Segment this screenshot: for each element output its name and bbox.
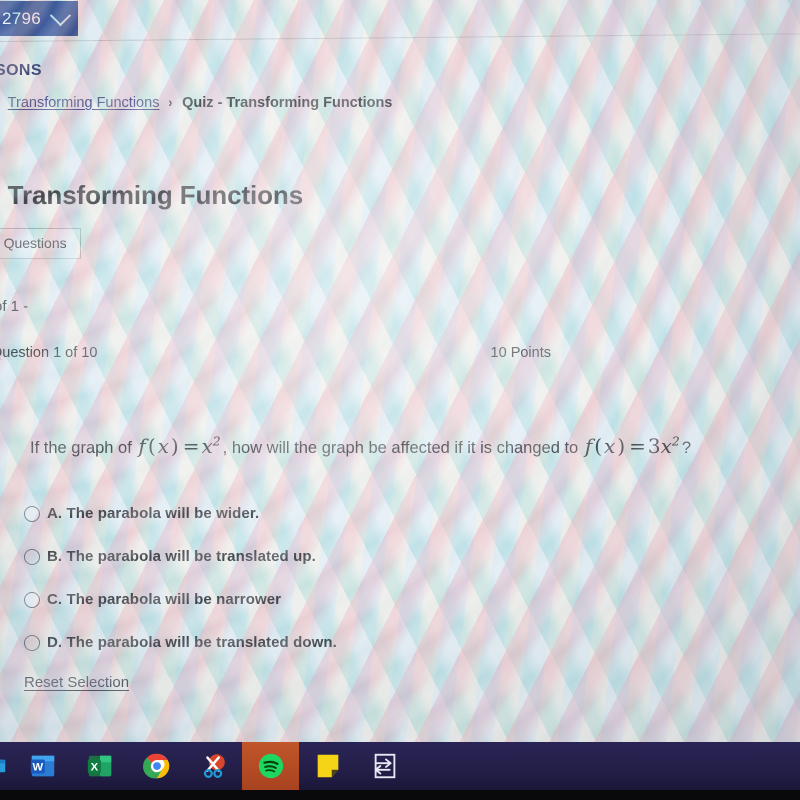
option-label-c: C. The parabola will be narrower [47, 591, 282, 608]
question-text-part3: ? [681, 439, 691, 457]
math-arg: x [157, 434, 169, 458]
course-code-badge[interactable]: 2796 [0, 1, 78, 36]
option-label-a: A. The parabola will be wider. [47, 505, 260, 522]
math-exponent: 2 [671, 433, 680, 449]
screenshot-root: 2796 SONS › Transforming Functions › Qui… [0, 0, 800, 800]
section-label: SONS [0, 62, 42, 79]
screen-bezel-bottom [0, 790, 800, 800]
option-row-c[interactable]: C. The parabola will be narrower [24, 578, 544, 621]
spotify-icon [258, 753, 283, 779]
taskbar-item-switch-app[interactable] [356, 742, 413, 790]
points-label: 10 Points [490, 345, 551, 361]
question-meta-row: Question 1 of 10 10 Points [0, 345, 551, 361]
page-content: 2796 SONS › Transforming Functions › Qui… [0, 0, 800, 742]
sticky-note-icon [317, 754, 338, 778]
taskbar: W X [0, 742, 800, 790]
math-arg: x [604, 434, 616, 458]
taskbar-item-chrome[interactable] [128, 742, 185, 790]
taskbar-item-excel[interactable]: X [71, 742, 128, 790]
taskbar-item-word[interactable]: W [14, 742, 71, 790]
breadcrumb-item-transforming-functions[interactable]: Transforming Functions [8, 95, 160, 111]
word-icon: W [30, 755, 54, 777]
svg-text:X: X [90, 762, 98, 774]
reset-selection-link[interactable]: Reset Selection [24, 674, 129, 691]
breadcrumb-separator-icon: › [168, 94, 173, 110]
switch-arrow-icon [374, 753, 395, 779]
chevron-down-icon[interactable] [49, 5, 72, 27]
svg-text:W: W [32, 762, 43, 774]
taskbar-item-spotify[interactable] [242, 742, 299, 790]
math-exponent: 2 [212, 433, 221, 449]
math-expression-changed: f(x) = 3x2 [584, 433, 680, 458]
math-base: x [660, 434, 672, 458]
question-text: If the graph of f(x) = x2, how will the gr… [30, 434, 780, 459]
course-code-label: 2796 [2, 8, 42, 28]
browser-page: 2796 SONS › Transforming Functions › Qui… [0, 0, 800, 742]
math-equals: = [629, 434, 646, 458]
radio-button-a[interactable] [24, 505, 40, 522]
radio-button-c[interactable] [24, 591, 40, 608]
answer-options: A. The parabola will be wider. B. The pa… [24, 492, 544, 664]
option-row-b[interactable]: B. The parabola will be translated up. [24, 535, 544, 578]
option-row-d[interactable]: D. The parabola will be translated down. [24, 621, 544, 664]
option-label-d: D. The parabola will be translated down. [47, 634, 337, 651]
question-text-part1: If the graph of [30, 439, 137, 457]
breadcrumb: › Transforming Functions › Quiz - Transf… [0, 94, 393, 111]
header-divider [0, 33, 800, 42]
taskbar-item-snipping-tool[interactable] [185, 742, 242, 790]
math-coefficient: 3 [647, 434, 661, 458]
math-equals: = [182, 434, 200, 458]
question-counter: Question 1 of 10 [0, 345, 98, 361]
breadcrumb-item-current: Quiz - Transforming Functions [182, 95, 393, 111]
tab-strip: Test Questions [0, 228, 81, 259]
question-text-part2: , how will the graph be affected if it i… [222, 439, 583, 457]
radio-button-b[interactable] [24, 548, 40, 565]
excel-icon: X [87, 755, 111, 777]
radio-button-d[interactable] [24, 634, 40, 651]
math-base: x [201, 434, 213, 458]
math-fn: f [138, 434, 146, 458]
option-row-a[interactable]: A. The parabola will be wider. [24, 492, 544, 535]
scissors-icon [203, 754, 225, 778]
tab-test-questions[interactable]: Test Questions [0, 228, 81, 259]
option-label-b: B. The parabola will be translated up. [47, 548, 316, 565]
taskbar-item-sticky-notes[interactable] [299, 742, 356, 790]
page-title: - Transforming Functions [0, 180, 304, 210]
chrome-icon [142, 753, 169, 779]
math-expression-original: f(x) = x2 [138, 433, 221, 458]
taskbar-item-edge[interactable] [0, 742, 14, 790]
attempt-line: of 1 - [0, 298, 29, 315]
browser-tile-icon [0, 759, 6, 773]
